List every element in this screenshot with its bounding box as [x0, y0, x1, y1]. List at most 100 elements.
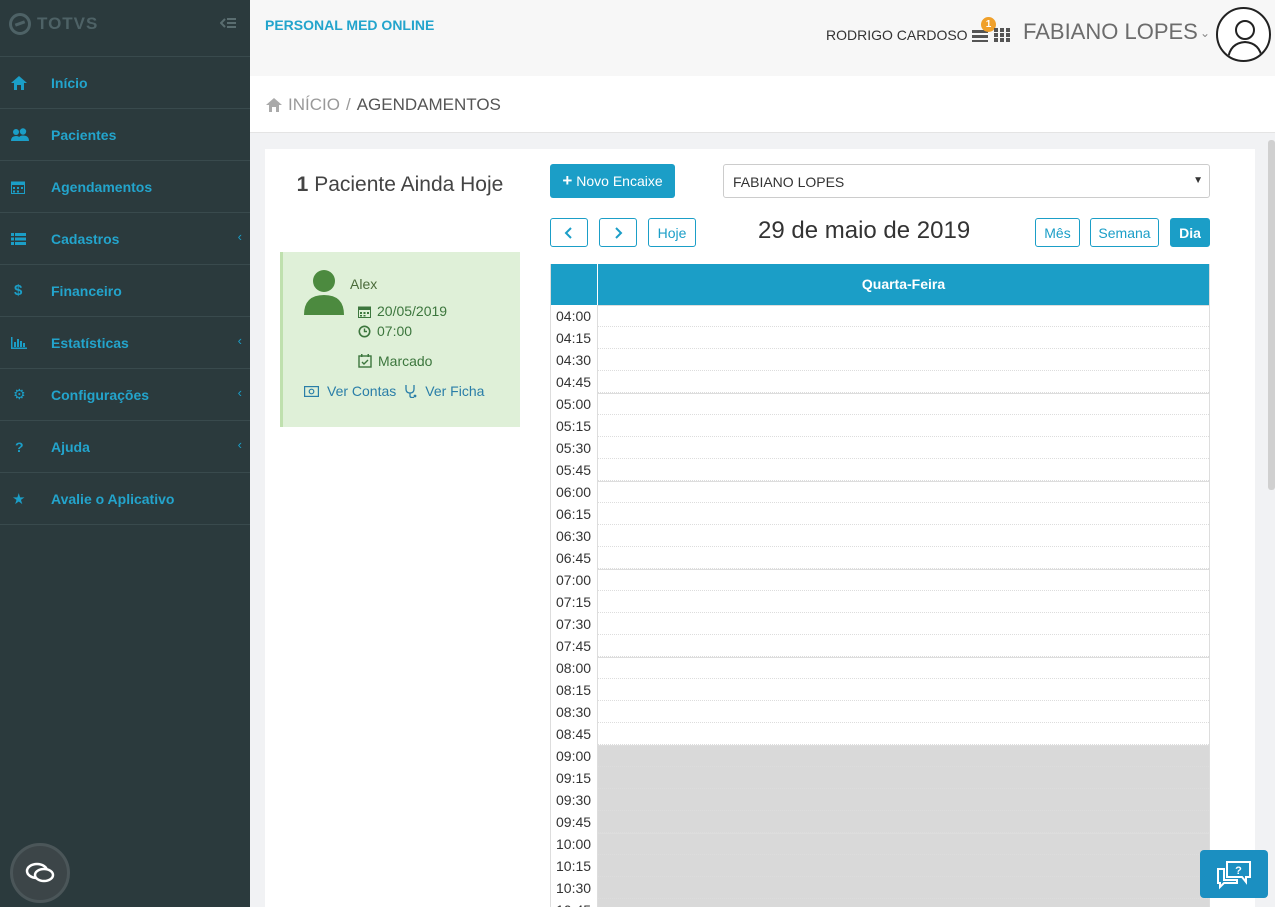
sidebar-item-agendamentos[interactable]: Agendamentos [0, 161, 250, 213]
chevron-left-icon: ‹ [237, 229, 242, 244]
calendar-slot[interactable]: 09:00 [551, 745, 1209, 767]
view-record-link[interactable]: Ver Ficha [425, 383, 484, 399]
breadcrumb-home[interactable]: INÍCIO [288, 95, 340, 115]
calendar-slot[interactable]: 08:00 [551, 657, 1209, 679]
sidebar-item-ajuda[interactable]: ? Ajuda ‹ [0, 421, 250, 473]
notifications-button[interactable]: 1 [972, 17, 1012, 46]
day-calendar: Quarta-Feira 04:00 04:15 04:30 04:45 05:00 05… [550, 264, 1210, 907]
calendar-slot[interactable]: 04:15 [551, 327, 1209, 349]
slot-cell[interactable] [598, 723, 1209, 745]
sidebar-item-estatisticas[interactable]: Estatísticas ‹ [0, 317, 250, 369]
slot-cell[interactable] [598, 613, 1209, 635]
slot-time: 08:30 [551, 701, 598, 723]
calendar-slot[interactable]: 10:45 [551, 899, 1209, 907]
sidebar-item-financeiro[interactable]: $ Financeiro [0, 265, 250, 317]
calendar-slot[interactable]: 05:30 [551, 437, 1209, 459]
slot-cell[interactable] [598, 393, 1209, 415]
calendar-day-header: Quarta-Feira [861, 276, 946, 292]
slot-cell[interactable] [598, 899, 1209, 907]
calendar-slot[interactable]: 09:45 [551, 811, 1209, 833]
calendar-slot[interactable]: 10:15 [551, 855, 1209, 877]
slot-cell[interactable] [598, 415, 1209, 437]
sidebar-item-pacientes[interactable]: Pacientes [0, 109, 250, 161]
chevron-down-icon[interactable]: ⌄ [1200, 26, 1210, 40]
clinic-user-name[interactable]: RODRIGO CARDOSO [826, 27, 968, 43]
calendar-slot[interactable]: 06:00 [551, 481, 1209, 503]
slot-cell[interactable] [598, 745, 1209, 767]
users-icon [0, 127, 40, 142]
view-day-button[interactable]: Dia [1170, 218, 1210, 247]
slot-cell[interactable] [598, 503, 1209, 525]
sidebar-item-avalie-o-aplicativo[interactable]: ★ Avalie o Aplicativo [0, 473, 250, 525]
professional-select[interactable]: FABIANO LOPES ▼ [723, 164, 1210, 198]
slot-cell[interactable] [598, 789, 1209, 811]
view-accounts-link[interactable]: Ver Contas [327, 383, 396, 399]
sidebar-item-configuracoes[interactable]: ⚙ Configurações ‹ [0, 369, 250, 421]
slot-cell[interactable] [598, 877, 1209, 899]
calendar-slot[interactable]: 07:30 [551, 613, 1209, 635]
page-scrollbar[interactable] [1268, 140, 1275, 490]
calendar-slot[interactable]: 06:30 [551, 525, 1209, 547]
calendar-slot[interactable]: 07:45 [551, 635, 1209, 657]
chevron-right-icon [615, 226, 623, 239]
slot-cell[interactable] [598, 811, 1209, 833]
view-week-button[interactable]: Semana [1090, 218, 1159, 247]
slot-cell[interactable] [598, 349, 1209, 371]
slot-cell[interactable] [598, 701, 1209, 723]
slot-cell[interactable] [598, 657, 1209, 679]
bar-chart-icon [0, 336, 40, 349]
slot-cell[interactable] [598, 547, 1209, 569]
today-button[interactable]: Hoje [648, 218, 696, 247]
slot-time: 07:45 [551, 635, 598, 657]
calendar-slot[interactable]: 10:00 [551, 833, 1209, 855]
slot-cell[interactable] [598, 635, 1209, 657]
calendar-slot[interactable]: 05:45 [551, 459, 1209, 481]
calendar-slot[interactable]: 09:30 [551, 789, 1209, 811]
slot-cell[interactable] [598, 591, 1209, 613]
slot-cell[interactable] [598, 679, 1209, 701]
slot-cell[interactable] [598, 371, 1209, 393]
calendar-slot[interactable]: 08:30 [551, 701, 1209, 723]
calendar-slot[interactable]: 06:45 [551, 547, 1209, 569]
patient-card[interactable]: Alex 20/05/2019 07:00 Marcado Ver Contas… [280, 252, 520, 427]
calendar-slot[interactable]: 05:00 [551, 393, 1209, 415]
view-month-button[interactable]: Mês [1035, 218, 1080, 247]
calendar-header: Quarta-Feira [551, 264, 1209, 305]
slot-cell[interactable] [598, 855, 1209, 877]
slot-cell[interactable] [598, 833, 1209, 855]
next-day-button[interactable] [599, 218, 637, 247]
prev-day-button[interactable] [550, 218, 588, 247]
slot-time: 09:45 [551, 811, 598, 833]
calendar-slot[interactable]: 09:15 [551, 767, 1209, 789]
sidebar: TOTVS Início Pacientes Agendamentos Cadastr… [0, 0, 250, 907]
help-chat-button[interactable]: ? [1200, 850, 1268, 898]
calendar-slot[interactable]: 04:45 [551, 371, 1209, 393]
slot-cell[interactable] [598, 437, 1209, 459]
slot-cell[interactable] [598, 327, 1209, 349]
calendar-slot[interactable]: 08:15 [551, 679, 1209, 701]
calendar-slot[interactable]: 07:00 [551, 569, 1209, 591]
calendar-slot[interactable]: 05:15 [551, 415, 1209, 437]
slot-cell[interactable] [598, 767, 1209, 789]
slot-cell[interactable] [598, 481, 1209, 503]
calendar-slot[interactable]: 07:15 [551, 591, 1209, 613]
user-menu-name[interactable]: FABIANO LOPES [1023, 19, 1198, 45]
sidebar-collapse-icon[interactable] [219, 16, 236, 35]
chat-button[interactable] [10, 843, 70, 903]
calendar-slot[interactable]: 08:45 [551, 723, 1209, 745]
app-title[interactable]: PERSONAL MED ONLINE [265, 17, 434, 33]
sidebar-item-cadastros[interactable]: Cadastros ‹ [0, 213, 250, 265]
sidebar-item-inicio[interactable]: Início [0, 57, 250, 109]
calendar-slot[interactable]: 04:30 [551, 349, 1209, 371]
slot-time: 04:00 [551, 305, 598, 327]
slot-cell[interactable] [598, 525, 1209, 547]
person-icon [304, 270, 344, 315]
slot-cell[interactable] [598, 569, 1209, 591]
calendar-slot[interactable]: 10:30 [551, 877, 1209, 899]
slot-cell[interactable] [598, 305, 1209, 327]
user-avatar[interactable] [1216, 7, 1271, 62]
calendar-slot[interactable]: 04:00 [551, 305, 1209, 327]
slot-cell[interactable] [598, 459, 1209, 481]
calendar-slot[interactable]: 06:15 [551, 503, 1209, 525]
new-fit-in-button[interactable]: + Novo Encaixe [550, 164, 675, 198]
